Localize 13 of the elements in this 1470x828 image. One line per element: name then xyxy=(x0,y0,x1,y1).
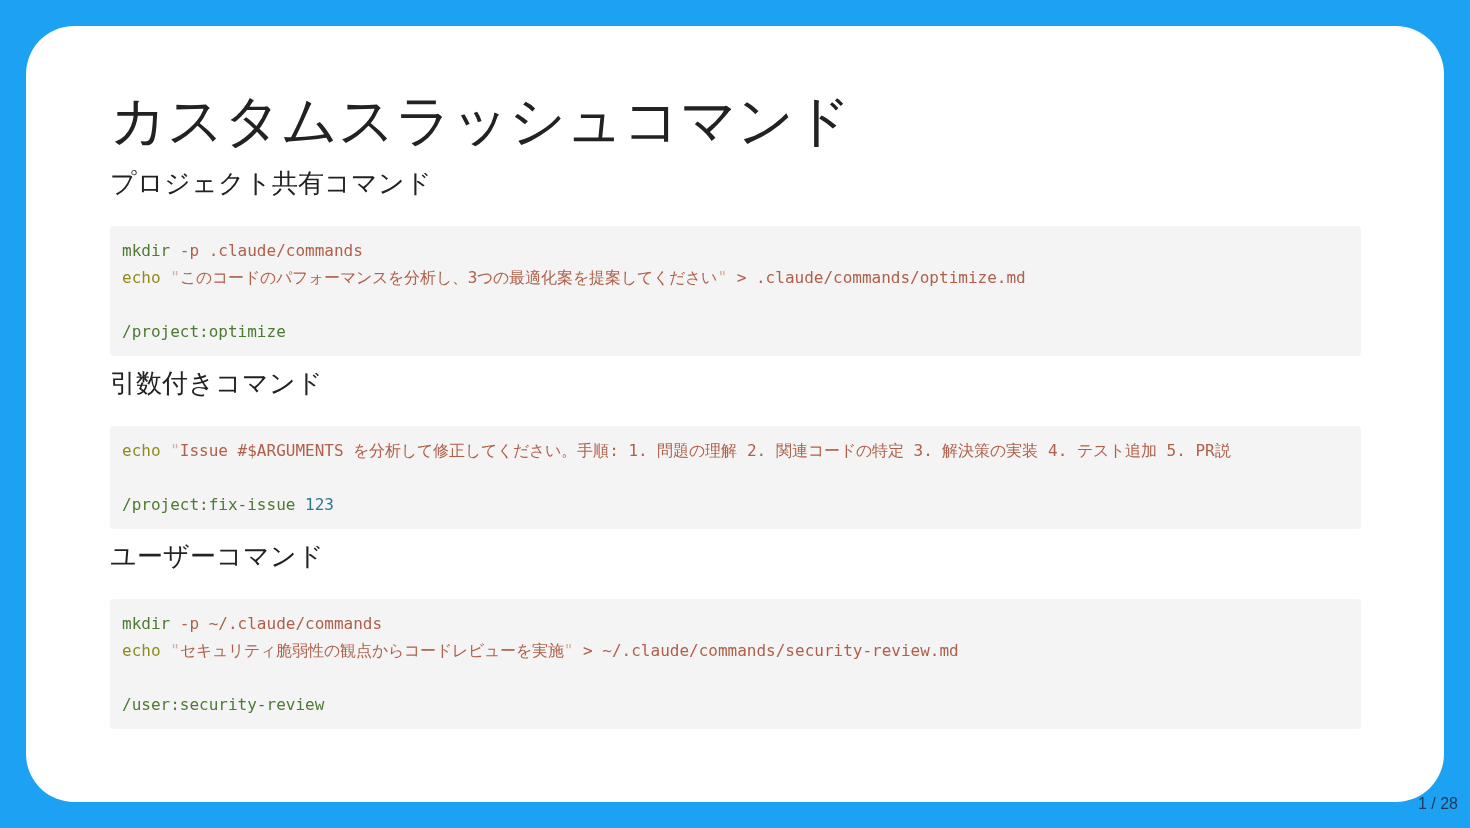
code-line: /project:optimize xyxy=(122,321,287,343)
code-line: mkdir -p ~/.claude/commands xyxy=(122,613,384,635)
code-line: echo "このコードのパフォーマンスを分析し、3つの最適化案を提案してください" > .claude/commands/optimize.md xyxy=(122,267,1027,289)
section-heading: ユーザーコマンド xyxy=(110,540,324,573)
code-line: /project:fix-issue 123 xyxy=(122,494,335,516)
code-line: echo "セキュリティ脆弱性の観点からコードレビューを実施" > ~/.claude/commands/security-review.md xyxy=(122,640,960,662)
section-heading: 引数付きコマンド xyxy=(110,367,323,400)
section-heading: プロジェクト共有コマンド xyxy=(110,167,432,200)
code-line: mkdir -p .claude/commands xyxy=(122,240,364,262)
slide-title: カスタムスラッシュコマンド xyxy=(110,88,851,154)
code-line: echo "Issue #$ARGUMENTS を分析して修正してください。手順: 1. 問題の理解 2. 関連コードの特定 3. 解決策の実装 4. テスト追加 5. PR説 xyxy=(122,440,1232,462)
page-counter: 1 / 28 xyxy=(1417,794,1458,814)
code-line: /user:security-review xyxy=(122,694,326,716)
